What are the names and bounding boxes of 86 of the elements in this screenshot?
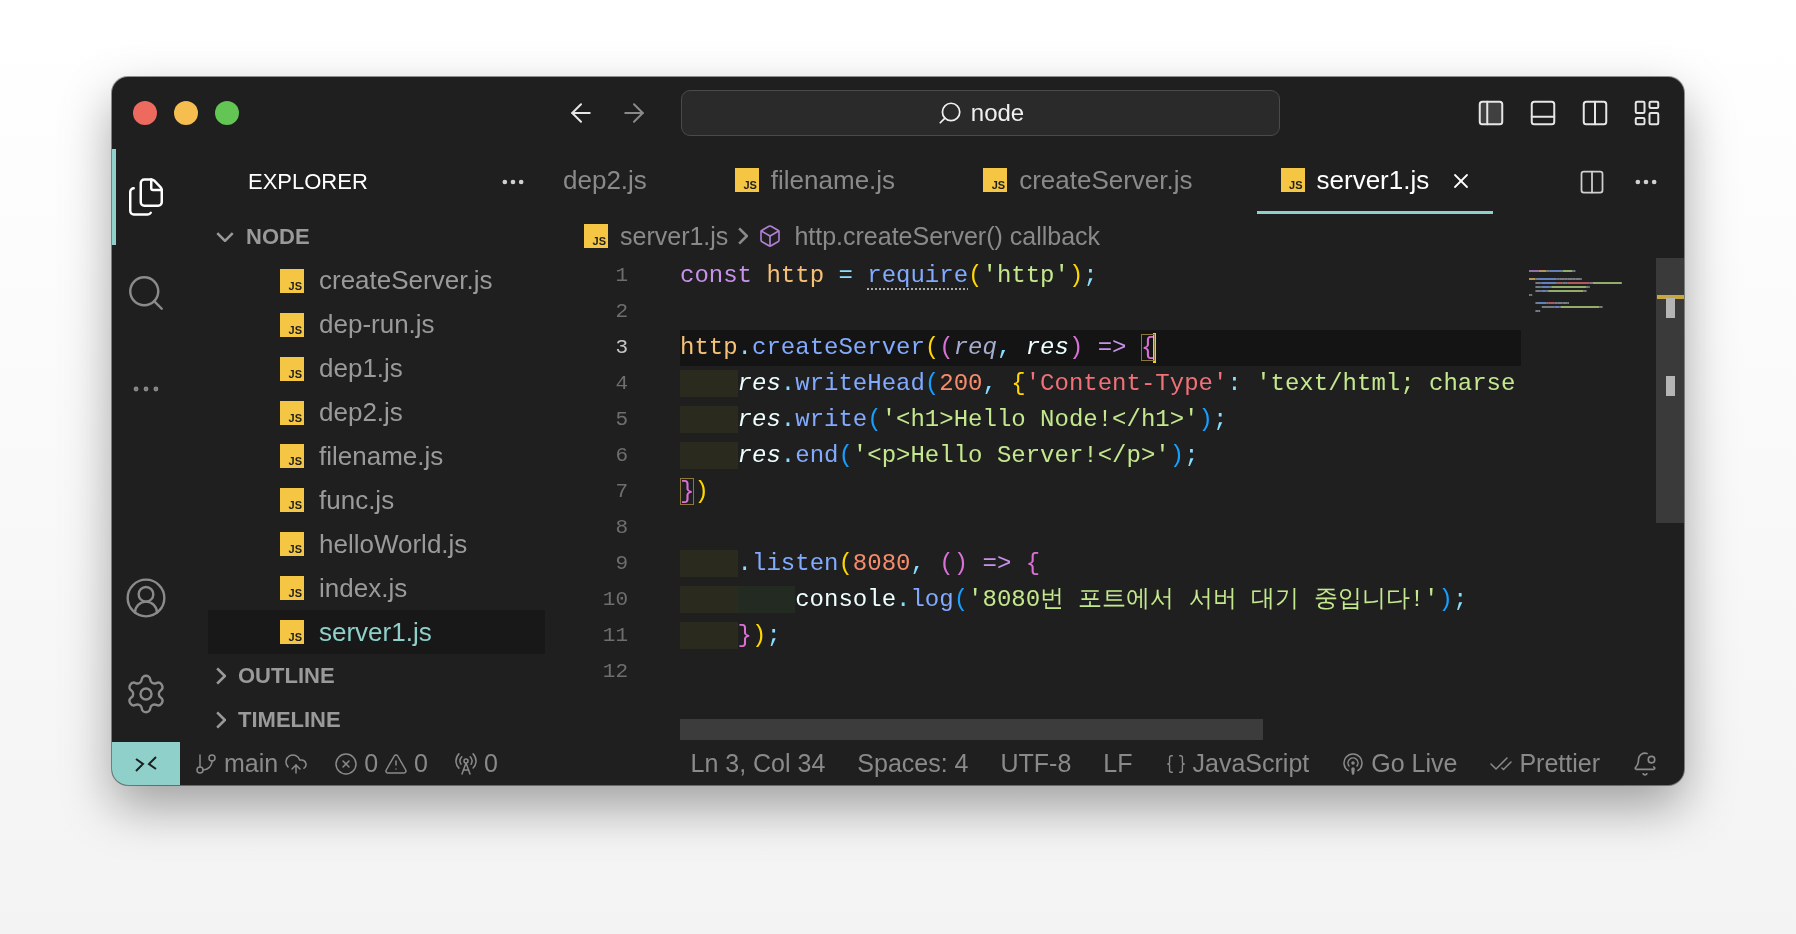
status-item[interactable]: Spaces: 4 [857, 749, 969, 778]
minimize-button[interactable] [174, 101, 198, 125]
code-line: console.log('8080번 포트에서 서버 대기 중입니다!'); [680, 582, 1521, 618]
js-file-icon: JS [280, 532, 304, 557]
line-number: 6 [614, 443, 629, 469]
code-line: }) [680, 477, 710, 507]
chevron-right-icon [216, 711, 226, 729]
section-header[interactable]: OUTLINE [180, 654, 555, 699]
code-line: }); [680, 618, 1521, 654]
code-line: const http = require('http'); [680, 261, 1099, 291]
branch-icon [194, 751, 218, 776]
broadcast-icon [1341, 751, 1366, 776]
code-line: res.write('<h1>Hello Node!</h1>'); [680, 402, 1521, 438]
js-file-icon: JS [734, 168, 759, 192]
command-center-search-field[interactable]: node [681, 90, 1280, 136]
file-item[interactable]: JS dep1.js [208, 346, 545, 391]
js-file-icon: JS [280, 312, 304, 337]
file-item[interactable]: JS helloWorld.js [208, 522, 545, 567]
js-file-icon: JS [280, 576, 304, 601]
close-button[interactable] [133, 101, 157, 125]
horizontal-scrollbar[interactable] [680, 719, 1263, 740]
editor-tab[interactable]: JS filename.js [710, 149, 960, 214]
file-item[interactable]: JS createServer.js [208, 258, 545, 303]
error-icon [334, 751, 359, 776]
status-item[interactable]: LF [1103, 749, 1133, 778]
js-file-icon: JS [280, 444, 304, 469]
editor-tab[interactable]: dep2.js [555, 149, 711, 214]
breadcrumb-item[interactable]: JS server1.js [584, 221, 729, 251]
section-header[interactable]: TIMELINE [180, 698, 555, 742]
language-status[interactable]: JavaScript [1164, 749, 1310, 778]
cloud-upload-icon [284, 751, 309, 776]
js-file-icon: JS [280, 488, 304, 513]
code-line: .listen(8080, () => { [680, 546, 1521, 582]
panel-right-icon[interactable] [1580, 98, 1610, 128]
js-file-icon: JS [280, 400, 304, 425]
line-number: 2 [614, 299, 629, 325]
js-file-icon: JS [584, 224, 608, 248]
go-live-button[interactable]: Go Live [1341, 749, 1458, 778]
panel-bottom-icon[interactable] [1528, 98, 1558, 128]
js-file-icon: JS [280, 356, 304, 381]
line-number: 5 [614, 407, 629, 433]
line-number: 12 [601, 659, 629, 685]
section-header[interactable]: NODE [180, 214, 555, 259]
file-item[interactable]: JS index.js [208, 566, 545, 611]
js-file-icon: JS [1280, 168, 1305, 192]
panel-left-icon[interactable] [1476, 98, 1506, 128]
file-item[interactable]: JS func.js [208, 478, 545, 523]
js-file-icon: JS [280, 620, 304, 645]
editor-tab[interactable]: JS createServer.js [959, 149, 1257, 214]
line-number: 9 [614, 551, 629, 577]
file-item[interactable]: JS server1.js [208, 610, 545, 655]
line-number: 3 [614, 335, 629, 361]
antenna-icon [454, 751, 478, 776]
notifications-icon[interactable] [1632, 750, 1658, 777]
code-line: res.writeHead(200, {'Content-Type': 'text/html; charse [680, 366, 1521, 402]
line-number: 1 [614, 263, 629, 289]
status-item[interactable]: UTF-8 [1000, 749, 1072, 778]
breadcrumb-item[interactable]: http.createServer() callback [758, 221, 1101, 251]
code-line: res.end('<p>Hello Server!</p>'); [680, 438, 1521, 474]
line-number: 10 [601, 587, 629, 613]
js-file-icon: JS [983, 168, 1008, 192]
file-item[interactable]: JS dep-run.js [208, 302, 545, 347]
line-number: 11 [601, 623, 629, 649]
layout-icon[interactable] [1632, 98, 1662, 128]
line-number: 7 [614, 479, 629, 505]
cube-icon [758, 224, 783, 248]
chevron-right-icon [216, 667, 226, 686]
editor-tab[interactable]: JS server1.js [1256, 149, 1494, 214]
status-item[interactable]: Ln 3, Col 34 [690, 749, 826, 778]
chevron-down-icon [216, 231, 234, 242]
file-item[interactable]: JS filename.js [208, 434, 545, 479]
line-number: 8 [614, 515, 629, 541]
ports-status[interactable]: 0 [454, 749, 498, 778]
zoom-button[interactable] [215, 101, 239, 125]
prettier-status[interactable]: Prettier [1489, 749, 1600, 778]
problems-status[interactable]: 0 0 [334, 749, 428, 778]
line-number: 4 [614, 371, 629, 397]
search-icon [936, 100, 963, 126]
warning-icon [384, 751, 409, 776]
remote-button[interactable] [112, 742, 180, 785]
chevron-right-icon [738, 227, 749, 245]
js-file-icon: JS [280, 268, 304, 293]
branch-status[interactable]: main [194, 749, 309, 778]
sidebar-title: EXPLORER [248, 168, 368, 195]
file-item[interactable]: JS dep2.js [208, 390, 545, 435]
braces-icon [1164, 752, 1187, 775]
